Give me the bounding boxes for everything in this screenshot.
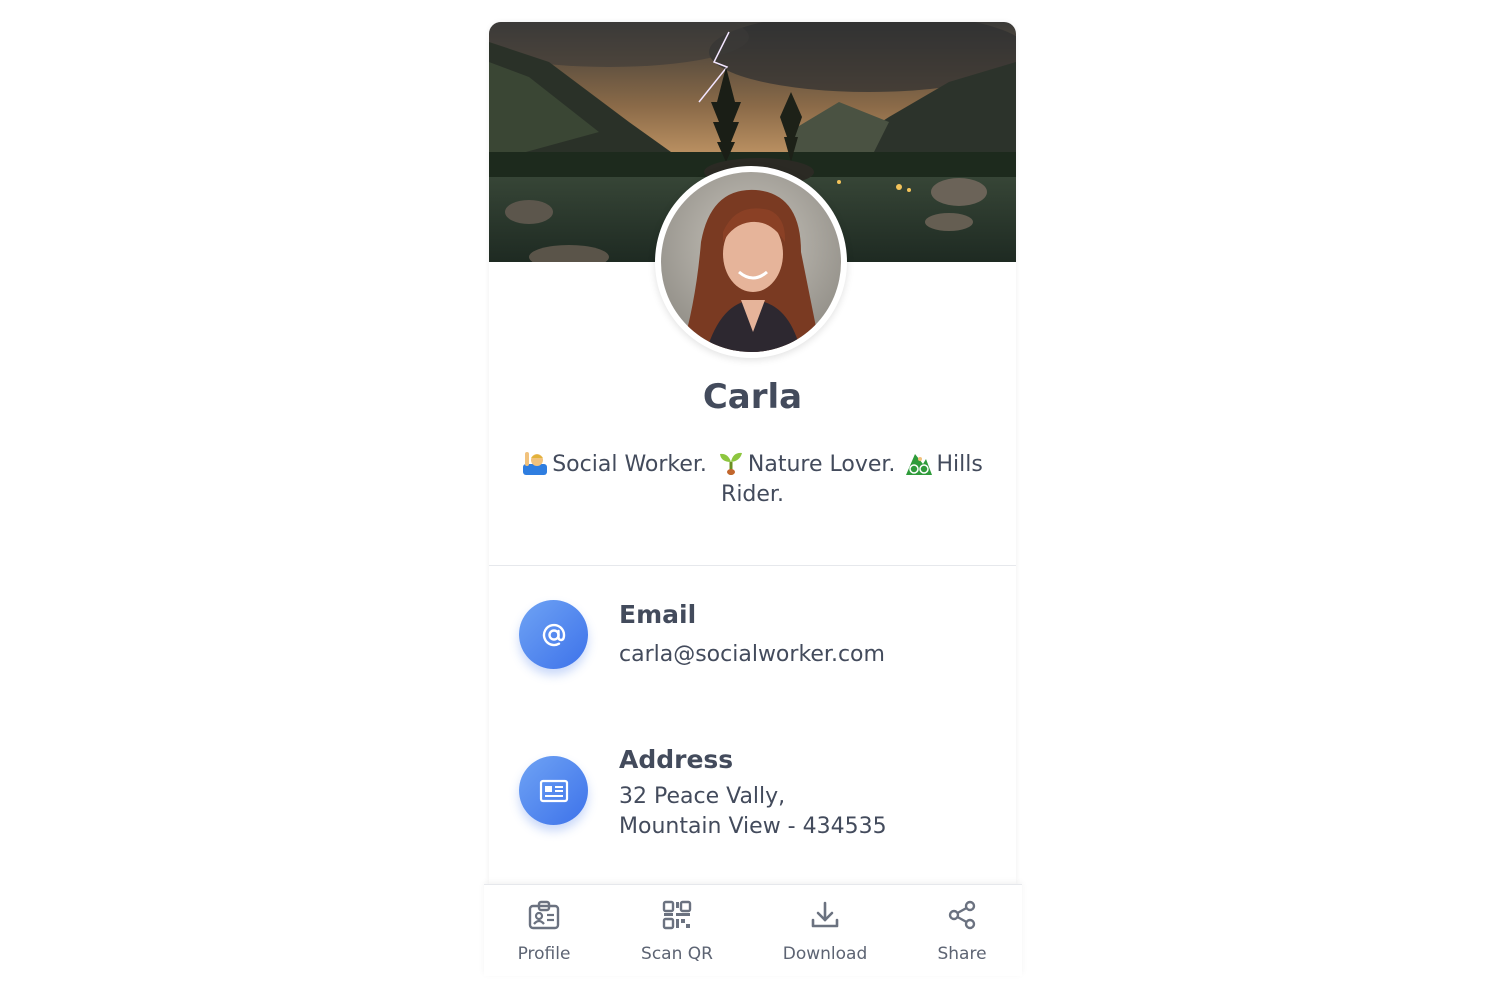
nav-scan-qr-label: Scan QR (641, 944, 713, 964)
at-icon (519, 600, 588, 669)
badge-icon (528, 900, 560, 930)
id-card-icon (519, 756, 588, 825)
email-label: Email (619, 600, 697, 629)
email-value[interactable]: carla@socialworker.com (619, 640, 885, 670)
nav-download-label: Download (782, 944, 868, 964)
nav-share[interactable]: Share (917, 885, 1007, 977)
share-icon (948, 900, 976, 930)
profile-name: Carla (702, 377, 803, 417)
nav-share-label: Share (937, 944, 987, 964)
profile-bio: Social Worker. Nature Lover. Hills Rider… (515, 450, 990, 510)
qr-code-icon (662, 900, 692, 930)
bio-item-1: Social Worker. (552, 452, 707, 477)
avatar (655, 166, 847, 358)
nav-profile-label: Profile (517, 944, 571, 964)
profile-card: Carla Social Worker. Nature Lover. Hills… (489, 22, 1016, 884)
download-icon (811, 901, 839, 928)
person-raising-hand-emoji (522, 450, 548, 476)
divider (489, 565, 1016, 566)
bottom-nav: Profile Scan QR Download Share (484, 884, 1022, 976)
nav-profile[interactable]: Profile (499, 885, 589, 977)
seedling-emoji (718, 450, 744, 476)
nav-download[interactable]: Download (775, 885, 875, 977)
address-value: 32 Peace Vally, Mountain View - 434535 (619, 784, 887, 839)
mountain-biker-emoji (906, 450, 933, 476)
nav-scan-qr[interactable]: Scan QR (632, 885, 722, 977)
address-label: Address (619, 745, 734, 774)
bio-item-2: Nature Lover. (747, 452, 896, 477)
